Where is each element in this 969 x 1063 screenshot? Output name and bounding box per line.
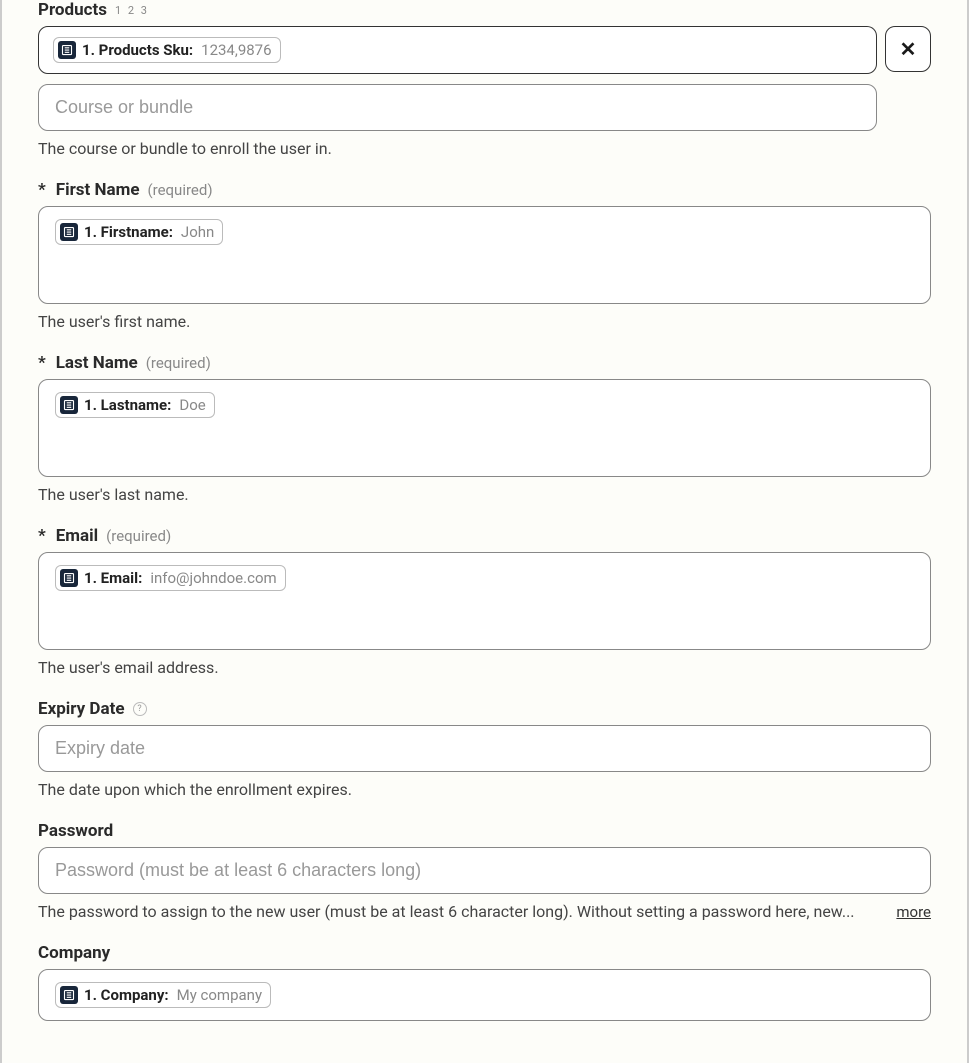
- last-name-chip[interactable]: 1. Lastname: Doe: [55, 392, 215, 418]
- chip-value: info@johndoe.com: [150, 569, 276, 587]
- products-chip[interactable]: 1. Products Sku: 1234,9876: [53, 37, 281, 63]
- last-name-label: Last Name: [56, 353, 138, 373]
- email-help: The user's email address.: [38, 658, 931, 677]
- required-asterisk: *: [38, 526, 46, 546]
- expiry-input[interactable]: [38, 725, 931, 772]
- required-asterisk: *: [38, 180, 46, 200]
- chip-value: My company: [177, 986, 262, 1004]
- expiry-section: Expiry Date ? The date upon which the en…: [38, 699, 931, 799]
- first-name-label: First Name: [56, 180, 140, 200]
- products-label: Products: [38, 0, 107, 20]
- company-input[interactable]: 1. Company: My company: [38, 969, 931, 1021]
- password-section: Password The password to assign to the n…: [38, 821, 931, 921]
- info-icon[interactable]: ?: [133, 702, 147, 716]
- email-input[interactable]: 1. Email: info@johndoe.com: [38, 552, 931, 650]
- chip-label: 1. Company:: [84, 986, 169, 1004]
- required-text: (required): [148, 181, 213, 199]
- first-name-chip[interactable]: 1. Firstname: John: [55, 219, 223, 245]
- first-name-input[interactable]: 1. Firstname: John: [38, 206, 931, 304]
- email-label: Email: [56, 526, 98, 546]
- products-section: Products 1 2 3 1. Products Sku: 1234,987…: [38, 0, 931, 158]
- chip-label: 1. Email:: [84, 569, 142, 587]
- expiry-help: The date upon which the enrollment expir…: [38, 780, 931, 799]
- data-source-icon: [60, 986, 78, 1004]
- course-bundle-input[interactable]: [38, 84, 877, 131]
- expiry-label: Expiry Date: [38, 699, 125, 719]
- close-icon: ✕: [900, 37, 917, 61]
- chip-label: 1. Lastname:: [84, 396, 171, 414]
- chip-value: Doe: [179, 396, 205, 414]
- email-section: * Email (required) 1. Email: info@johndo…: [38, 526, 931, 677]
- company-section: Company 1. Company: My company: [38, 943, 931, 1021]
- company-chip[interactable]: 1. Company: My company: [55, 982, 271, 1008]
- chip-label: 1. Products Sku:: [82, 41, 193, 59]
- chip-value: John: [181, 223, 214, 241]
- last-name-help: The user's last name.: [38, 485, 931, 504]
- required-text: (required): [146, 354, 211, 372]
- first-name-help: The user's first name.: [38, 312, 931, 331]
- password-label: Password: [38, 821, 113, 841]
- products-input[interactable]: 1. Products Sku: 1234,9876: [38, 26, 839, 74]
- more-link[interactable]: more: [896, 903, 931, 921]
- company-label: Company: [38, 943, 110, 963]
- products-help: The course or bundle to enroll the user …: [38, 139, 931, 158]
- password-help: The password to assign to the new user (…: [38, 902, 855, 921]
- last-name-input[interactable]: 1. Lastname: Doe: [38, 379, 931, 477]
- required-asterisk: *: [38, 353, 46, 373]
- last-name-section: * Last Name (required) 1. Lastname: Doe …: [38, 353, 931, 504]
- first-name-section: * First Name (required) 1. Firstname: Jo…: [38, 180, 931, 331]
- chip-label: 1. Firstname:: [84, 223, 173, 241]
- email-chip[interactable]: 1. Email: info@johndoe.com: [55, 565, 286, 591]
- data-source-icon: [58, 41, 76, 59]
- chip-value: 1234,9876: [201, 41, 271, 59]
- data-source-icon: [60, 396, 78, 414]
- password-input[interactable]: [38, 847, 931, 894]
- data-source-icon: [60, 223, 78, 241]
- required-text: (required): [106, 527, 171, 545]
- clear-products-button[interactable]: ✕: [885, 26, 931, 72]
- data-source-icon: [60, 569, 78, 587]
- products-badge: 1 2 3: [115, 4, 149, 17]
- products-dropdown-toggle[interactable]: [835, 26, 877, 74]
